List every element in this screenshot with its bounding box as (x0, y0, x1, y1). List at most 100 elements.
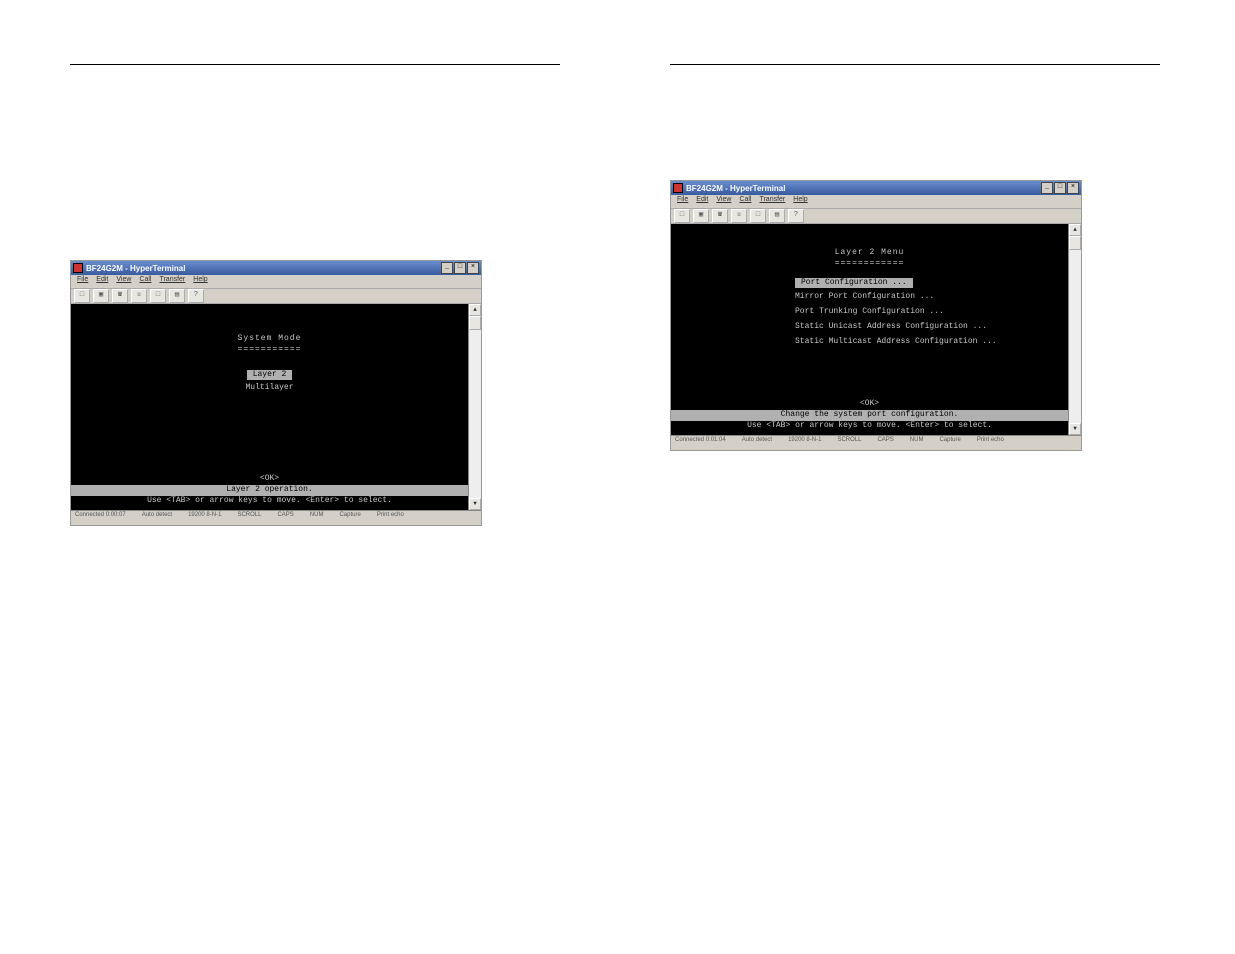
menu-help[interactable]: Help (193, 276, 207, 287)
menu-view[interactable]: View (716, 196, 731, 207)
close-icon[interactable]: × (467, 262, 479, 274)
statusbar: Connected 0:01:04 Auto detect 19200 8-N-… (671, 435, 1081, 450)
status-scroll: SCROLL (837, 437, 861, 449)
terminal-window-right: BF24G2M - HyperTerminal _ □ × File Edit … (670, 180, 1082, 451)
titlebar-text: BF24G2M - HyperTerminal (86, 264, 185, 273)
tool-props-icon[interactable]: ▤ (169, 289, 185, 303)
toolbar: □ ▣ ☎ ☏ □ ▤ ? (71, 289, 481, 304)
menu-edit[interactable]: Edit (696, 196, 708, 207)
terminal-scroll-frame: System Mode =========== Layer 2 Multilay… (71, 304, 481, 510)
hint-text: Use <TAB> or arrow keys to move. <Enter>… (71, 496, 468, 507)
menu-file[interactable]: File (677, 196, 688, 207)
titlebar[interactable]: BF24G2M - HyperTerminal _ □ × (671, 181, 1081, 195)
terminal-screen[interactable]: Layer 2 Menu ============ Port Configura… (671, 224, 1068, 435)
scroll-track[interactable] (1069, 250, 1081, 423)
menu-multicast[interactable]: Static Multicast Address Configuration .… (795, 337, 1064, 348)
tool-hang-icon[interactable]: ☏ (131, 289, 147, 303)
scrollbar[interactable]: ▲ ▼ (468, 304, 481, 510)
menu-port-config[interactable]: Port Configuration ... (795, 278, 1064, 289)
ok-button[interactable]: <OK> (71, 474, 468, 485)
tool-help-icon[interactable]: ? (788, 209, 804, 223)
status-detect: Auto detect (142, 512, 172, 524)
tool-open-icon[interactable]: ▣ (93, 289, 109, 303)
screen-title: System Mode (75, 334, 464, 345)
statusbar: Connected 0:00:07 Auto detect 19200 8-N-… (71, 510, 481, 525)
scroll-track[interactable] (469, 330, 481, 498)
status-num: NUM (910, 437, 924, 449)
window-controls: _ □ × (1041, 182, 1079, 194)
status-baud: 19200 8-N-1 (188, 512, 221, 524)
app-icon (673, 183, 683, 193)
menu-call[interactable]: Call (739, 196, 751, 207)
screen-footer: <OK> Layer 2 operation. Use <TAB> or arr… (71, 474, 468, 507)
scroll-down-icon[interactable]: ▼ (1069, 423, 1081, 435)
status-capture: Capture (939, 437, 960, 449)
close-icon[interactable]: × (1067, 182, 1079, 194)
tool-call-icon[interactable]: ☎ (112, 289, 128, 303)
scroll-up-icon[interactable]: ▲ (469, 304, 481, 316)
terminal-window-left: BF24G2M - HyperTerminal _ □ × File Edit … (70, 260, 482, 526)
scroll-up-icon[interactable]: ▲ (1069, 224, 1081, 236)
menu-port-config-label: Port Configuration ... (795, 278, 913, 289)
tool-new-icon[interactable]: □ (674, 209, 690, 223)
ok-button[interactable]: <OK> (671, 399, 1068, 410)
status-print: Print echo (977, 437, 1004, 449)
option-layer2[interactable]: Layer 2 (75, 370, 464, 381)
right-column: BF24G2M - HyperTerminal _ □ × File Edit … (670, 70, 1170, 451)
status-connected: Connected 0:00:07 (75, 512, 126, 524)
left-column: BF24G2M - HyperTerminal _ □ × File Edit … (70, 70, 570, 526)
maximize-icon[interactable]: □ (454, 262, 466, 274)
menu-mirror[interactable]: Mirror Port Configuration ... (795, 292, 1064, 303)
scroll-thumb[interactable] (1069, 236, 1081, 250)
hint-highlight: Change the system port configuration. (671, 410, 1068, 421)
status-capture: Capture (339, 512, 360, 524)
menu-view[interactable]: View (116, 276, 131, 287)
titlebar[interactable]: BF24G2M - HyperTerminal _ □ × (71, 261, 481, 275)
scrollbar[interactable]: ▲ ▼ (1068, 224, 1081, 435)
menubar[interactable]: File Edit View Call Transfer Help (671, 195, 1081, 209)
tool-send-icon[interactable]: □ (150, 289, 166, 303)
status-print: Print echo (377, 512, 404, 524)
menu-file[interactable]: File (77, 276, 88, 287)
tool-call-icon[interactable]: ☎ (712, 209, 728, 223)
menubar[interactable]: File Edit View Call Transfer Help (71, 275, 481, 289)
menu-transfer[interactable]: Transfer (159, 276, 185, 287)
status-connected: Connected 0:01:04 (675, 437, 726, 449)
titlebar-title: BF24G2M - HyperTerminal (73, 263, 185, 273)
screen-title-underline: =========== (75, 345, 464, 356)
toolbar: □ ▣ ☎ ☏ □ ▤ ? (671, 209, 1081, 224)
app-icon (73, 263, 83, 273)
minimize-icon[interactable]: _ (1041, 182, 1053, 194)
maximize-icon[interactable]: □ (1054, 182, 1066, 194)
terminal-scroll-frame: Layer 2 Menu ============ Port Configura… (671, 224, 1081, 435)
titlebar-title: BF24G2M - HyperTerminal (673, 183, 785, 193)
titlebar-text: BF24G2M - HyperTerminal (686, 184, 785, 193)
tool-new-icon[interactable]: □ (74, 289, 90, 303)
tool-open-icon[interactable]: ▣ (693, 209, 709, 223)
tool-hang-icon[interactable]: ☏ (731, 209, 747, 223)
window-controls: _ □ × (441, 262, 479, 274)
status-num: NUM (310, 512, 324, 524)
status-scroll: SCROLL (237, 512, 261, 524)
header-rule-right (670, 64, 1160, 65)
menu-items: Port Configuration ... Mirror Port Confi… (795, 278, 1064, 348)
status-caps: CAPS (277, 512, 293, 524)
menu-edit[interactable]: Edit (96, 276, 108, 287)
menu-transfer[interactable]: Transfer (759, 196, 785, 207)
tool-send-icon[interactable]: □ (750, 209, 766, 223)
menu-trunk[interactable]: Port Trunking Configuration ... (795, 307, 1064, 318)
tool-props-icon[interactable]: ▤ (769, 209, 785, 223)
scroll-down-icon[interactable]: ▼ (469, 498, 481, 510)
option-multilayer[interactable]: Multilayer (75, 383, 464, 394)
terminal-screen[interactable]: System Mode =========== Layer 2 Multilay… (71, 304, 468, 510)
tool-help-icon[interactable]: ? (188, 289, 204, 303)
status-detect: Auto detect (742, 437, 772, 449)
hint-highlight: Layer 2 operation. (71, 485, 468, 496)
menu-help[interactable]: Help (793, 196, 807, 207)
hint-text: Use <TAB> or arrow keys to move. <Enter>… (671, 421, 1068, 432)
minimize-icon[interactable]: _ (441, 262, 453, 274)
menu-call[interactable]: Call (139, 276, 151, 287)
status-baud: 19200 8-N-1 (788, 437, 821, 449)
scroll-thumb[interactable] (469, 316, 481, 330)
menu-unicast[interactable]: Static Unicast Address Configuration ... (795, 322, 1064, 333)
